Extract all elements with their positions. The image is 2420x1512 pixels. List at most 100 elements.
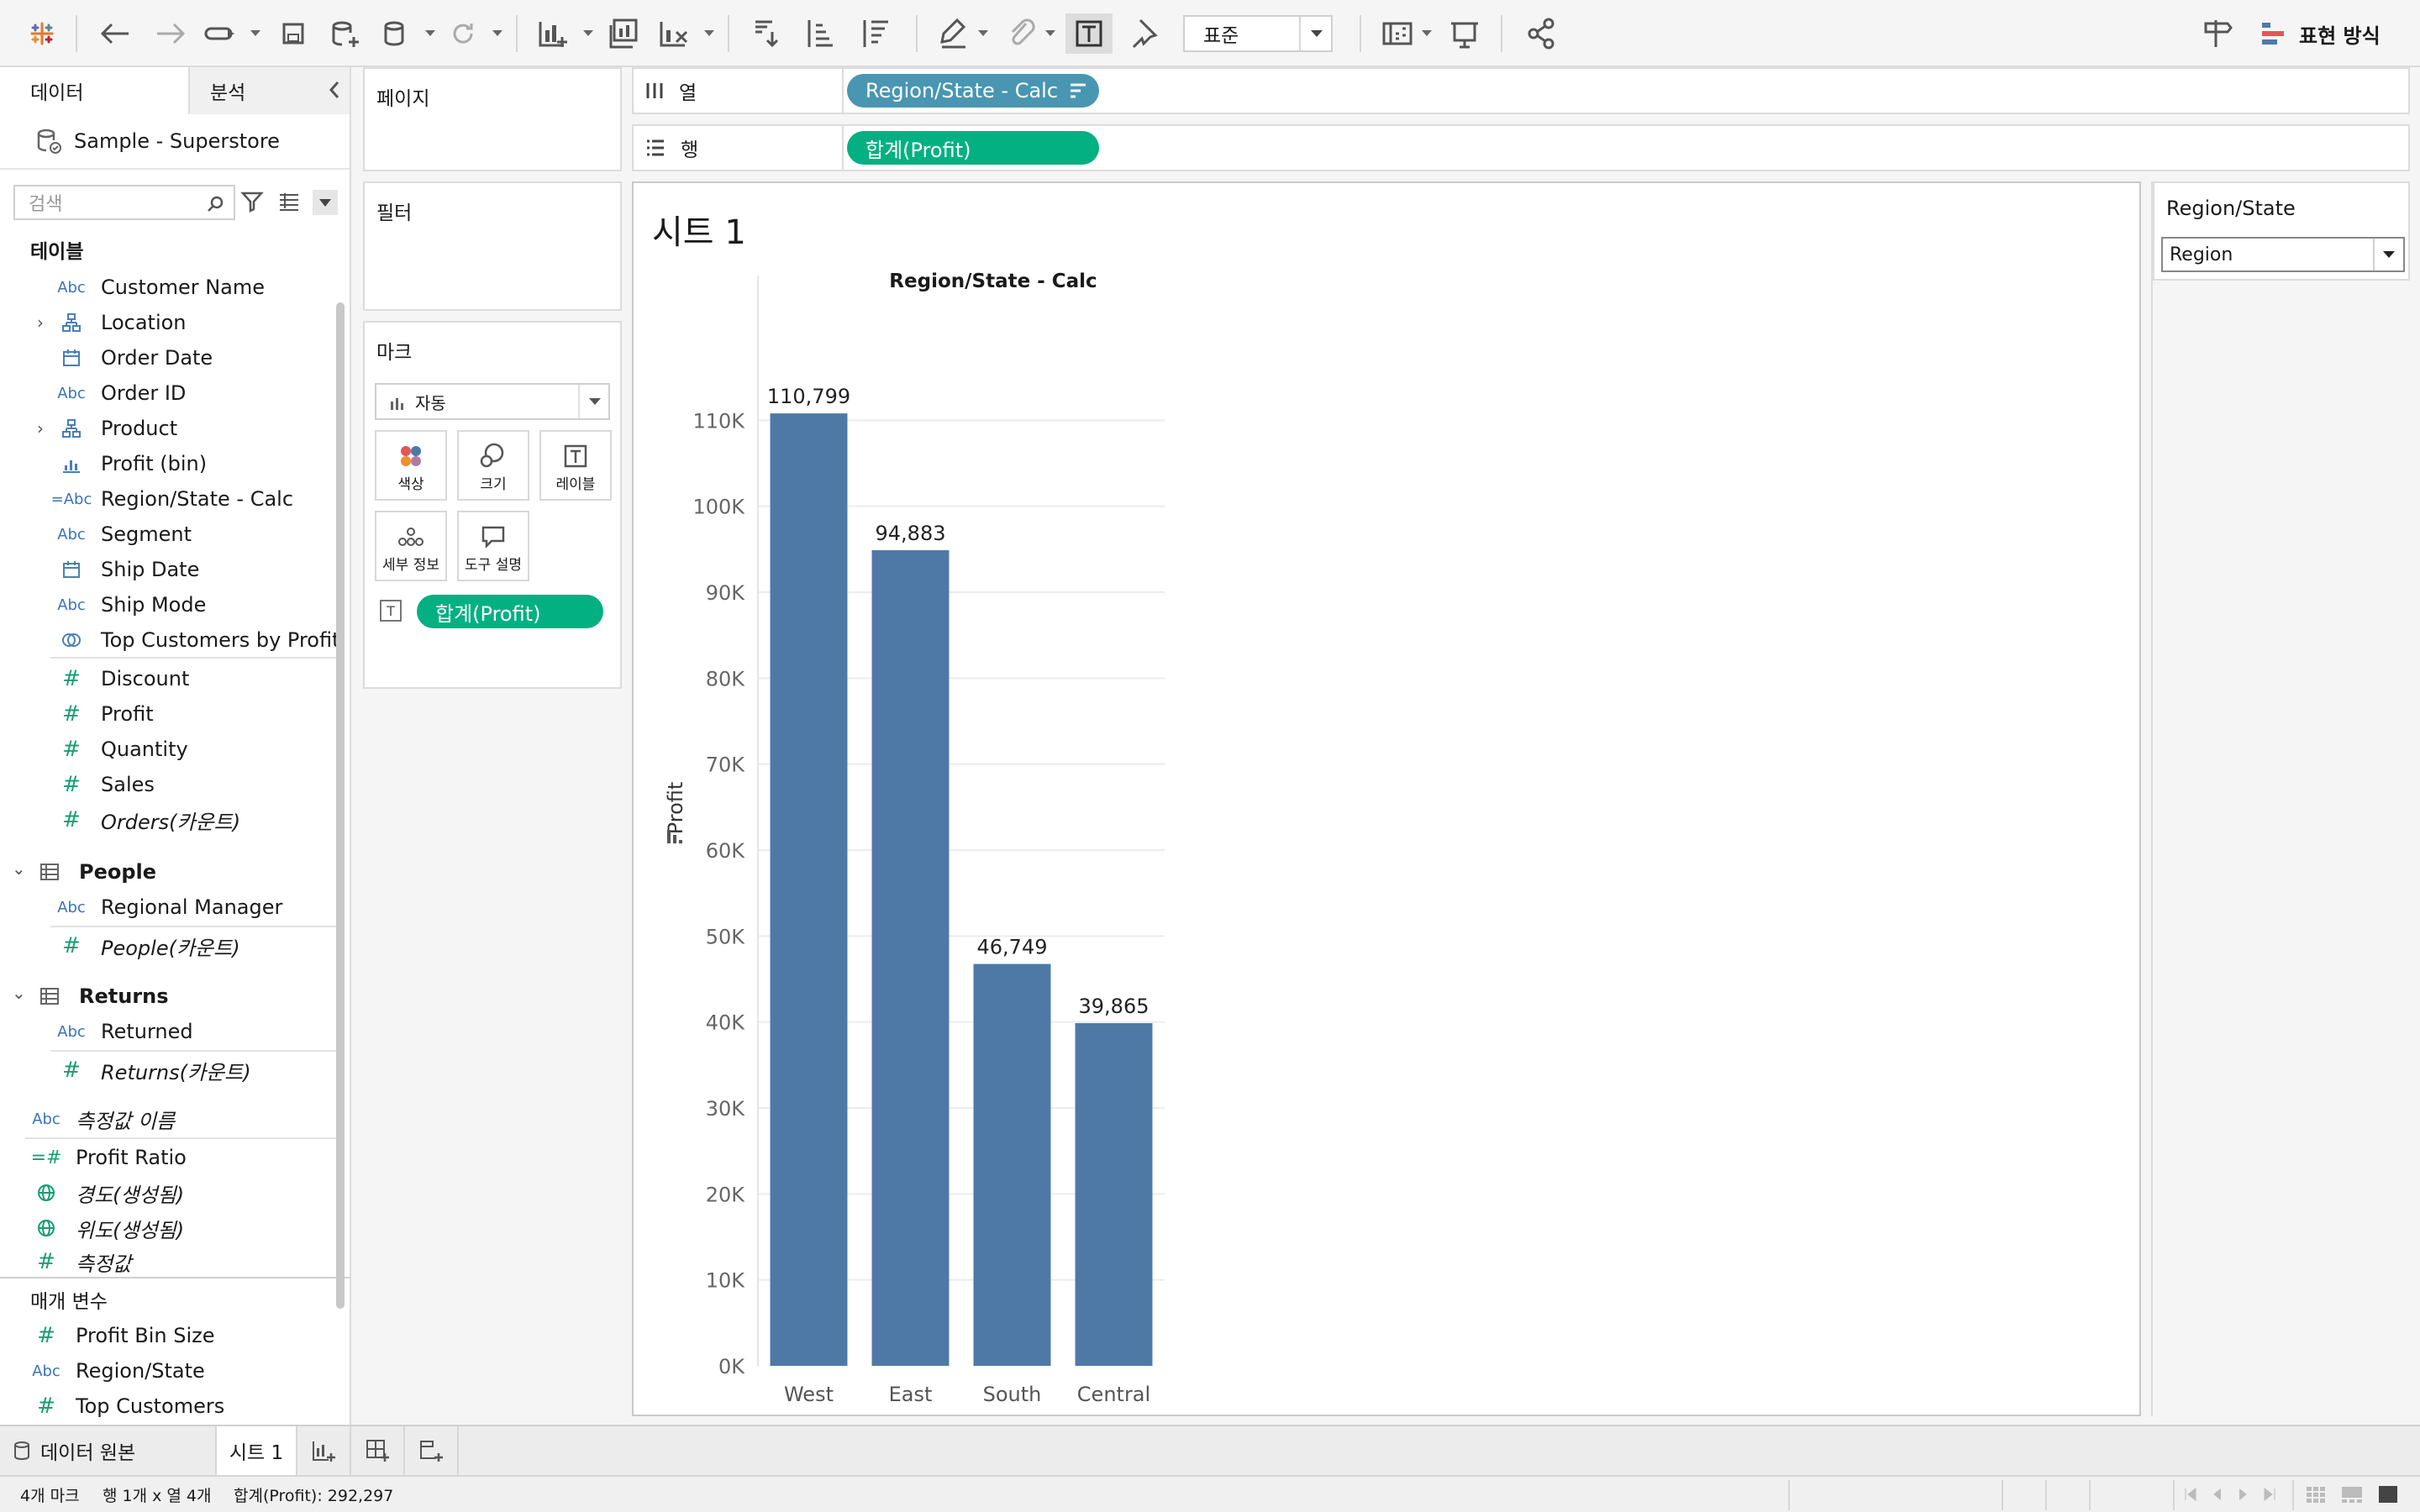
swap-rows-columns-icon[interactable] <box>746 13 788 54</box>
field-order-date[interactable]: Order Date <box>59 341 213 375</box>
param-region-state[interactable]: Abc Region/State <box>32 1354 205 1388</box>
field-returned[interactable]: Abc Returned <box>57 1015 192 1048</box>
field-returns-count[interactable]: # Returns(카운트) <box>59 1053 251 1087</box>
field-profit-bin[interactable]: Profit (bin) <box>59 447 207 480</box>
field-order-id[interactable]: Abc Order ID <box>57 376 186 410</box>
field-profit-ratio[interactable]: =# Profit Ratio <box>31 1141 187 1174</box>
new-dashboard-button[interactable] <box>351 1426 405 1475</box>
group-members-icon[interactable] <box>1000 13 1042 54</box>
highlight-icon[interactable] <box>933 13 975 54</box>
sort-descending-icon[interactable] <box>855 13 897 54</box>
new-story-button[interactable] <box>405 1426 459 1475</box>
field-quantity[interactable]: # Quantity <box>59 732 188 766</box>
field-top-customers-by-profit[interactable]: Top Customers by Profit <box>59 623 340 657</box>
field-ship-mode[interactable]: Abc Ship Mode <box>57 588 206 622</box>
field-measure-values[interactable]: # 측정값 <box>34 1245 131 1278</box>
sort-ascending-icon[interactable] <box>800 13 842 54</box>
filters-card[interactable]: 필터 <box>363 181 622 311</box>
fix-axes-icon[interactable] <box>1123 13 1165 54</box>
y-tick-label: 10K <box>706 1269 746 1293</box>
field-people-count[interactable]: # People(카운트) <box>59 929 239 963</box>
parameter-dropdown[interactable]: Region <box>2161 237 2405 272</box>
sheet-sorter-icon[interactable] <box>2306 1485 2326 1504</box>
param-profit-bin-size[interactable]: # Profit Bin Size <box>34 1319 214 1352</box>
field-sales[interactable]: # Sales <box>59 768 155 801</box>
presentation-mode-icon[interactable] <box>1444 13 1486 54</box>
size-button[interactable]: 크기 <box>457 430 529 501</box>
clear-sheet-icon[interactable] <box>654 13 696 54</box>
nav-first-icon[interactable] <box>2183 1487 2198 1502</box>
chevron-down-icon[interactable]: ⌄ <box>12 858 26 879</box>
pause-updates-icon[interactable] <box>375 13 417 54</box>
nav-next-icon[interactable] <box>2235 1487 2250 1502</box>
chevron-right-icon[interactable]: › <box>37 418 44 438</box>
tab-data[interactable]: 데이터 <box>0 67 190 114</box>
pages-card[interactable]: 페이지 <box>363 67 622 171</box>
mark-type-dropdown[interactable]: 자동 <box>375 383 610 420</box>
new-datasource-icon[interactable] <box>324 13 366 54</box>
text-encoding-icon[interactable]: T <box>380 600 402 622</box>
tab-sheet-1[interactable]: 시트 1 <box>217 1426 297 1475</box>
field-product[interactable]: Product <box>59 412 177 445</box>
goto-start-icon[interactable] <box>200 13 242 54</box>
field-region-state-calc[interactable]: =Abc Region/State - Calc <box>51 482 293 516</box>
show-me-button[interactable]: 표현 방식 <box>2260 15 2381 52</box>
chevron-down-icon[interactable] <box>313 190 338 215</box>
new-worksheet-button[interactable] <box>297 1426 351 1475</box>
worksheet-view[interactable]: 시트 1 Region/State - Calc 0K 10K 20K 30K 40K 5… <box>632 181 2141 1416</box>
rows-shelf[interactable]: 행 합계(Profit) <box>632 124 2410 171</box>
datasource-item[interactable]: Sample - Superstore <box>0 114 350 170</box>
duplicate-sheet-icon[interactable] <box>603 13 645 54</box>
nav-prev-icon[interactable] <box>2210 1487 2225 1502</box>
scrollbar[interactable] <box>336 302 345 1309</box>
field-longitude[interactable]: 경도(생성됨) <box>34 1176 184 1210</box>
field-ship-date[interactable]: Ship Date <box>59 553 199 586</box>
field-segment[interactable]: Abc Segment <box>57 517 192 551</box>
field-regional-manager[interactable]: Abc Regional Manager <box>57 890 282 924</box>
tab-datasource-label: 데이터 원본 <box>40 1442 136 1464</box>
refresh-icon[interactable] <box>442 13 484 54</box>
tableau-logo-icon[interactable] <box>25 13 59 54</box>
label-button[interactable]: 레이블 <box>539 430 612 501</box>
bin-icon <box>59 454 84 474</box>
filmstrip-icon[interactable] <box>2341 1485 2363 1504</box>
param-top-customers[interactable]: # Top Customers <box>34 1389 224 1423</box>
field-orders-count[interactable]: # Orders(카운트) <box>59 803 240 837</box>
tabs-view-icon[interactable] <box>2378 1485 2398 1504</box>
size-circles-icon <box>479 440 508 472</box>
new-worksheet-icon[interactable] <box>533 13 575 54</box>
chevron-down-icon[interactable]: ⌄ <box>12 983 26 1003</box>
measure-icon: # <box>62 772 81 797</box>
tab-datasource[interactable]: 데이터 원본 <box>0 1426 217 1475</box>
show-mark-labels-icon[interactable] <box>1065 13 1113 54</box>
list-view-icon[interactable] <box>277 190 301 213</box>
field-profit[interactable]: # Profit <box>59 697 154 731</box>
undo-icon[interactable] <box>94 13 136 54</box>
fit-dropdown[interactable]: 표준 <box>1183 15 1333 52</box>
search-input[interactable]: 검색 <box>13 185 235 220</box>
marks-text-pill[interactable]: 합계(Profit) <box>417 595 603 628</box>
color-button[interactable]: 색상 <box>375 430 447 501</box>
filter-icon[interactable] <box>240 190 264 213</box>
columns-pill[interactable]: Region/State - Calc <box>847 74 1099 108</box>
x-tick-label: South <box>983 1383 1042 1406</box>
field-location[interactable]: Location <box>59 306 187 339</box>
field-discount[interactable]: # Discount <box>59 662 189 696</box>
chevron-right-icon[interactable]: › <box>37 312 44 333</box>
field-measure-names[interactable]: Abc 측정값 이름 <box>32 1102 175 1136</box>
table-returns[interactable]: Returns <box>37 979 169 1013</box>
share-icon[interactable] <box>1521 13 1563 54</box>
rows-pill[interactable]: 합계(Profit) <box>847 131 1099 165</box>
tooltip-button[interactable]: 도구 설명 <box>457 511 529 581</box>
nav-last-icon[interactable] <box>2262 1487 2277 1502</box>
save-icon[interactable] <box>272 13 314 54</box>
table-people[interactable]: People <box>37 855 156 889</box>
field-customer-name[interactable]: Abc Customer Name <box>57 270 265 304</box>
show-cards-icon[interactable] <box>1376 13 1418 54</box>
redo-icon[interactable] <box>150 13 192 54</box>
detail-button[interactable]: 세부 정보 <box>375 511 447 581</box>
collapse-pane-icon[interactable] <box>326 79 343 104</box>
field-latitude[interactable]: 위도(생성됨) <box>34 1211 184 1245</box>
columns-shelf[interactable]: 열 Region/State - Calc <box>632 67 2410 114</box>
guide-signpost-icon[interactable] <box>2196 13 2238 54</box>
